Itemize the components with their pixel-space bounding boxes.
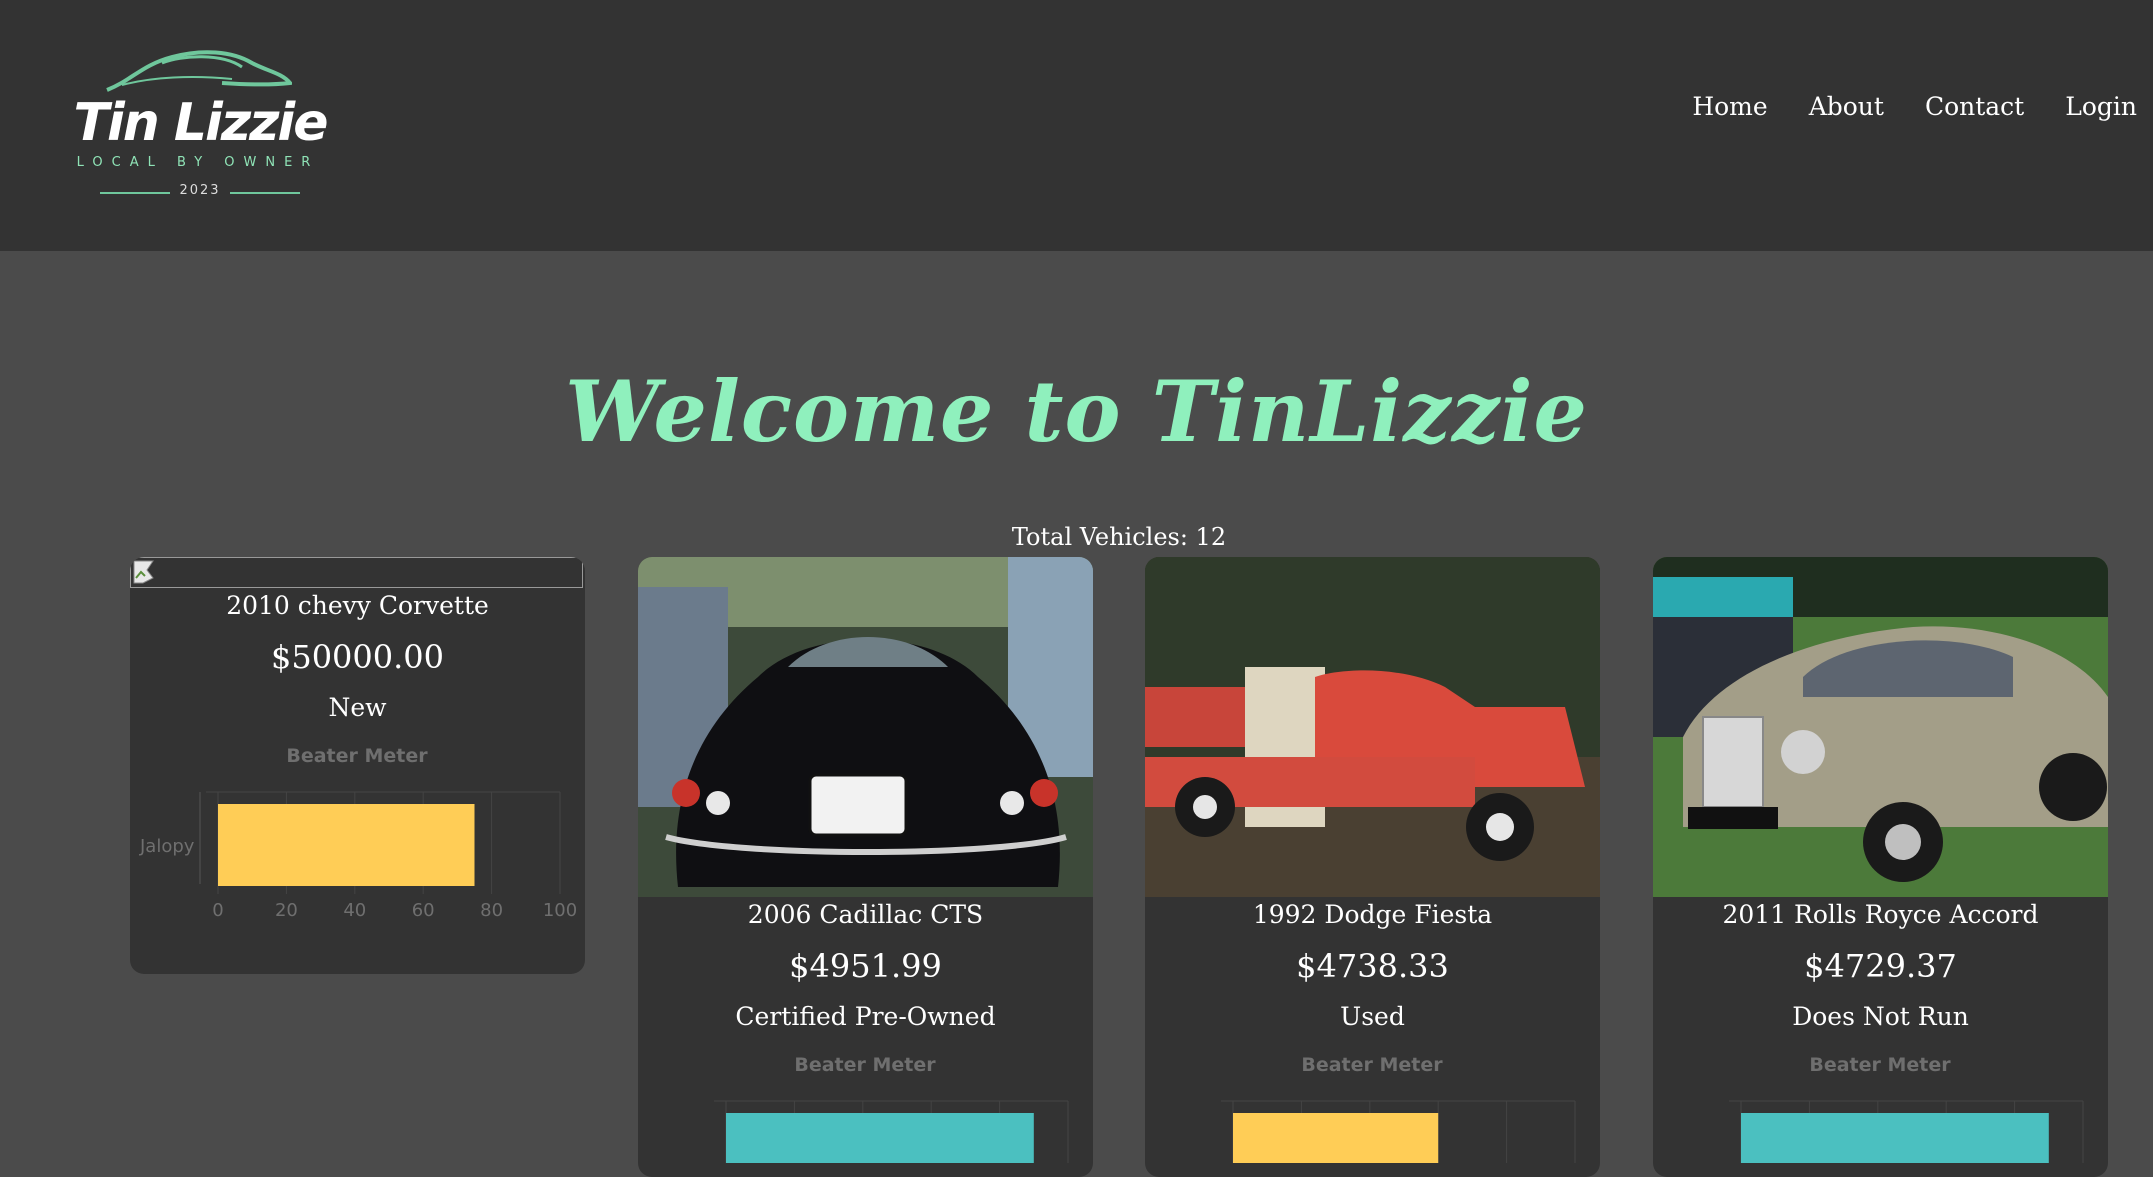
chart-title: Beater Meter — [1809, 1054, 1951, 1076]
chart-title: Beater Meter — [286, 745, 428, 767]
vehicle-price: $4738.33 — [1296, 947, 1449, 985]
beater-meter-chart: Beater Meter Jalopy 0 20 40 60 80 100 — [139, 745, 577, 921]
beater-meter-chart: Beater Meter — [714, 1054, 1069, 1163]
chart-title: Beater Meter — [794, 1054, 936, 1076]
logo-year-row: 2023 — [100, 183, 300, 203]
vehicle-card[interactable]: 2006 Cadillac CTS $4951.99 Certified Pre… — [638, 557, 1093, 1177]
vehicle-condition: Certified Pre-Owned — [735, 1002, 996, 1031]
vehicle-price: $4729.37 — [1804, 947, 1957, 985]
vehicle-card[interactable]: 1992 Dodge Fiesta $4738.33 Used Beater M… — [1145, 557, 1600, 1177]
axis-tick-label: 100 — [543, 900, 577, 921]
nav-home[interactable]: Home — [1692, 92, 1767, 121]
axis-tick-label: 80 — [480, 900, 503, 921]
nav-contact[interactable]: Contact — [1925, 92, 2024, 121]
vehicle-name: 1992 Dodge Fiesta — [1252, 900, 1493, 929]
axis-tick-label: 40 — [343, 900, 366, 921]
vehicle-condition: Does Not Run — [1792, 1002, 1969, 1031]
welcome-heading: Welcome to TinLizzie — [565, 362, 1588, 461]
vehicle-card[interactable]: 2011 Rolls Royce Accord $4729.37 Does No… — [1653, 557, 2108, 1177]
logo-tagline: LOCAL BY OWNER — [76, 155, 320, 170]
axis-tick-label: 0 — [212, 900, 223, 921]
vehicle-name: 2006 Cadillac CTS — [747, 900, 984, 929]
logo-title: Tin Lizzie — [73, 93, 329, 153]
car-silhouette-icon — [106, 50, 292, 92]
site-header: Tin Lizzie LOCAL BY OWNER 2023 Home Abou… — [0, 0, 2153, 251]
vehicle-name: 2010 chevy Corvette — [226, 591, 489, 620]
vehicle-photo — [638, 557, 1093, 897]
beater-meter-chart: Beater Meter — [1221, 1054, 1576, 1163]
broken-image-icon — [130, 557, 583, 588]
axis-tick-label: 20 — [275, 900, 298, 921]
logo-year: 2023 — [179, 183, 221, 198]
total-vehicles: Total Vehicles: 12 — [1011, 523, 1227, 551]
main-nav: Home About Contact Login — [1692, 92, 2137, 121]
vehicle-name: 2011 Rolls Royce Accord — [1722, 900, 2039, 929]
vehicle-price: $50000.00 — [270, 638, 445, 676]
meter-bar — [726, 1113, 1034, 1163]
nav-login[interactable]: Login — [2065, 92, 2137, 121]
category-label: Jalopy — [139, 836, 195, 857]
vehicle-condition: New — [328, 693, 387, 722]
beater-meter-chart: Beater Meter — [1729, 1054, 2084, 1163]
meter-bar — [1741, 1113, 2049, 1163]
site-logo[interactable]: Tin Lizzie LOCAL BY OWNER 2023 — [70, 45, 330, 205]
vehicle-condition: Used — [1340, 1002, 1405, 1031]
axis-tick-label: 60 — [412, 900, 435, 921]
vehicle-price: $4951.99 — [789, 947, 942, 985]
meter-bar — [1233, 1113, 1439, 1163]
chart-title: Beater Meter — [1301, 1054, 1443, 1076]
vehicle-photo — [1653, 557, 2108, 897]
vehicle-photo — [1145, 557, 1600, 897]
divider — [230, 192, 300, 194]
vehicle-card[interactable]: 2010 chevy Corvette $50000.00 New Beater… — [130, 557, 585, 974]
nav-about[interactable]: About — [1809, 92, 1884, 121]
meter-bar — [218, 804, 475, 886]
